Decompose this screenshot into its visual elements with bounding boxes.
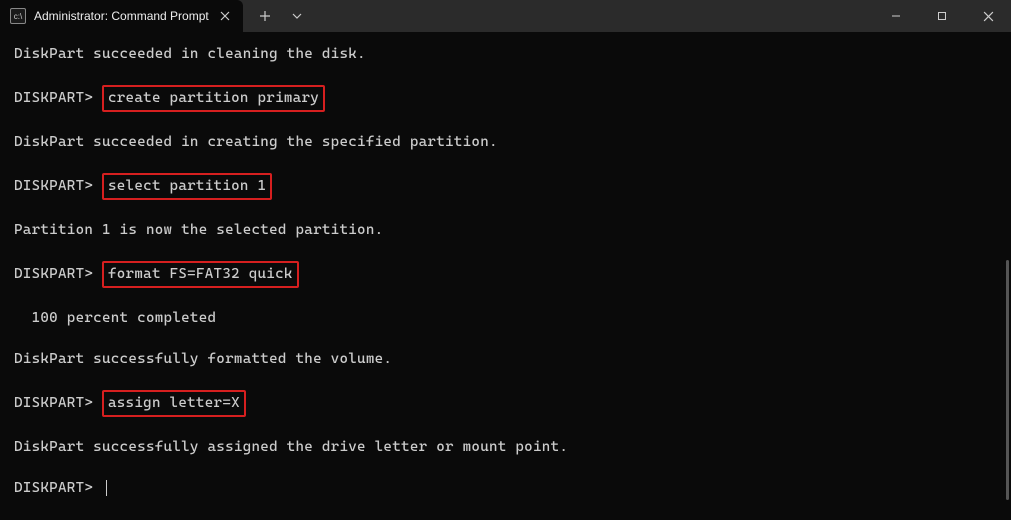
- terminal-prompt-line: DISKPART> format FS=FAT32 quick: [14, 261, 997, 288]
- titlebar: c:\ Administrator: Command Prompt: [0, 0, 1011, 32]
- terminal-output[interactable]: DiskPart succeeded in cleaning the disk.…: [0, 32, 1011, 511]
- terminal-tab[interactable]: c:\ Administrator: Command Prompt: [0, 0, 243, 32]
- terminal-output-line: DiskPart succeeded in creating the speci…: [14, 132, 997, 153]
- terminal-output-line: DiskPart successfully formatted the volu…: [14, 349, 997, 370]
- command-text: select partition 1: [102, 173, 272, 200]
- tab-close-button[interactable]: [217, 8, 233, 24]
- tab-dropdown-button[interactable]: [283, 2, 311, 30]
- terminal-output-line: DiskPart succeeded in cleaning the disk.: [14, 44, 997, 65]
- new-tab-button[interactable]: [251, 2, 279, 30]
- terminal-output-line: Partition 1 is now the selected partitio…: [14, 220, 997, 241]
- terminal-prompt-line: DISKPART> create partition primary: [14, 85, 997, 112]
- scrollbar-thumb[interactable]: [1006, 260, 1009, 500]
- prompt-text: DISKPART>: [14, 266, 102, 282]
- cmd-icon: c:\: [10, 8, 26, 24]
- terminal-output-line: DiskPart successfully assigned the drive…: [14, 437, 997, 458]
- tabbar-controls: [243, 0, 311, 32]
- titlebar-drag-area[interactable]: [311, 0, 873, 32]
- terminal-prompt-line: DISKPART>: [14, 478, 997, 499]
- terminal-output-line: 100 percent completed: [14, 308, 997, 329]
- maximize-button[interactable]: [919, 0, 965, 32]
- prompt-text: DISKPART>: [14, 395, 102, 411]
- prompt-text: DISKPART>: [14, 178, 102, 194]
- tab-title: Administrator: Command Prompt: [34, 9, 209, 23]
- command-text: assign letter=X: [102, 390, 246, 417]
- close-button[interactable]: [965, 0, 1011, 32]
- cursor: [106, 480, 107, 496]
- command-text: create partition primary: [102, 85, 325, 112]
- minimize-button[interactable]: [873, 0, 919, 32]
- window-controls: [873, 0, 1011, 32]
- prompt-text: DISKPART>: [14, 480, 102, 496]
- command-text: format FS=FAT32 quick: [102, 261, 299, 288]
- terminal-prompt-line: DISKPART> select partition 1: [14, 173, 997, 200]
- prompt-text: DISKPART>: [14, 90, 102, 106]
- terminal-prompt-line: DISKPART> assign letter=X: [14, 390, 997, 417]
